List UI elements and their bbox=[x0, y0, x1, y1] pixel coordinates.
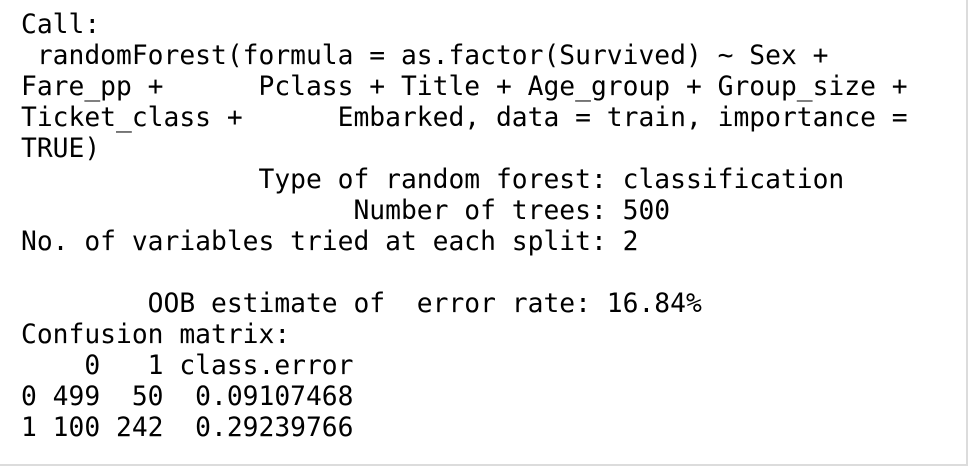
forest-type-line: Type of random forest: classification bbox=[21, 165, 845, 195]
call-formula-line-4: TRUE) bbox=[21, 134, 116, 164]
call-formula-line-1: randomForest(formula = as.factor(Survive… bbox=[21, 41, 845, 71]
confusion-matrix-row: 0 499 50 0.09107468 bbox=[21, 382, 354, 412]
confusion-matrix-header: 0 1 class.error bbox=[21, 351, 354, 381]
call-formula-line-3: Ticket_class + Embarked, data = train, i… bbox=[21, 103, 924, 133]
variables-tried-line: No. of variables tried at each split: 2 bbox=[21, 227, 639, 257]
call-formula-line-2: Fare_pp + Pclass + Title + Age_group + G… bbox=[21, 72, 924, 102]
random-forest-summary-output: Call: randomForest(formula = as.factor(S… bbox=[21, 10, 923, 444]
confusion-matrix-title: Confusion matrix: bbox=[21, 320, 291, 350]
confusion-matrix-row: 1 100 242 0.29239766 bbox=[21, 413, 354, 443]
call-header-line: Call: bbox=[21, 10, 101, 40]
console-output-panel: Call: randomForest(formula = as.factor(S… bbox=[0, 0, 968, 466]
number-of-trees-line: Number of trees: 500 bbox=[21, 196, 671, 226]
oob-error-rate-line: OOB estimate of error rate: 16.84% bbox=[21, 289, 702, 319]
